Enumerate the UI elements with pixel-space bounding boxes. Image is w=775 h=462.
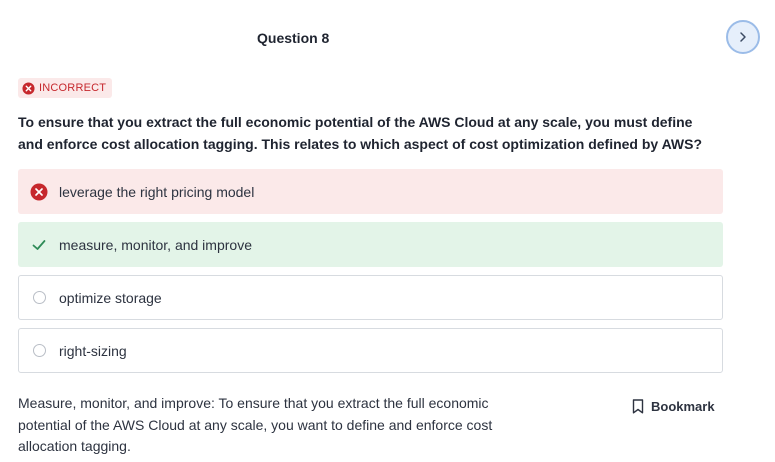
option-label: right-sizing: [59, 342, 127, 359]
option-label: measure, monitor, and improve: [59, 236, 252, 253]
question-title: Question 8: [257, 30, 330, 46]
status-badge: INCORRECT: [18, 78, 113, 98]
x-circle-icon: [22, 81, 35, 95]
radio-icon[interactable]: [29, 288, 49, 308]
option-label: leverage the right pricing model: [59, 183, 255, 200]
answer-option[interactable]: optimize storage: [18, 275, 723, 320]
status-label: INCORRECT: [39, 82, 107, 94]
bookmark-icon: [632, 399, 644, 414]
answer-option-incorrect[interactable]: leverage the right pricing model: [18, 169, 723, 214]
explanation-text: Measure, monitor, and improve: To ensure…: [18, 395, 493, 454]
answer-option-correct[interactable]: measure, monitor, and improve: [18, 222, 723, 267]
next-question-button[interactable]: [726, 20, 760, 54]
bookmark-label: Bookmark: [651, 399, 715, 414]
question-text: To ensure that you extract the full econ…: [18, 114, 703, 152]
answer-option[interactable]: right-sizing: [18, 328, 723, 373]
bookmark-button[interactable]: Bookmark: [632, 399, 715, 414]
answer-options: leverage the right pricing model measure…: [18, 169, 723, 381]
check-icon: [29, 235, 49, 255]
radio-icon[interactable]: [29, 341, 49, 361]
chevron-right-icon: [740, 32, 746, 42]
x-circle-icon: [29, 182, 49, 202]
option-label: optimize storage: [59, 289, 162, 306]
